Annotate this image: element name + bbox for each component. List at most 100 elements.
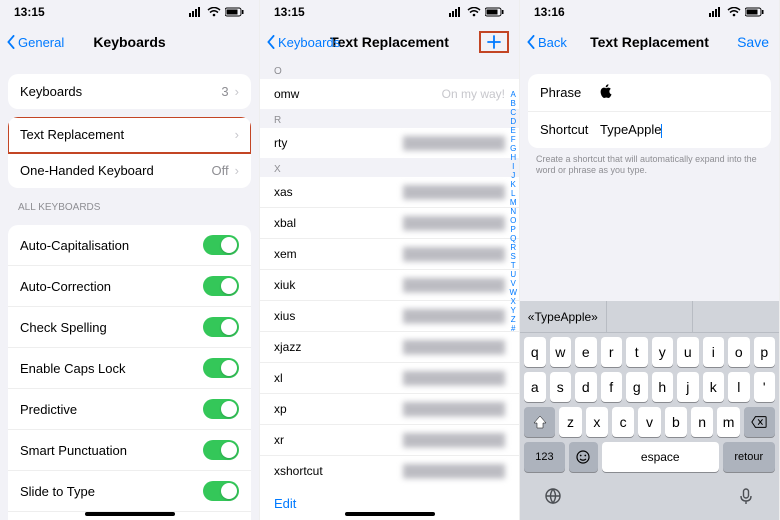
- key-i[interactable]: i: [703, 337, 725, 367]
- list-item[interactable]: xp████████████: [260, 394, 519, 425]
- index-letter[interactable]: K: [509, 180, 517, 189]
- index-letter[interactable]: A: [509, 90, 517, 99]
- shortcut-field[interactable]: TypeApple: [600, 122, 759, 138]
- emoji-key[interactable]: [569, 442, 598, 472]
- list-item[interactable]: xjazz████████████: [260, 332, 519, 363]
- delete-key[interactable]: [744, 407, 775, 437]
- toggle-switch[interactable]: [203, 317, 239, 337]
- back-button[interactable]: Back: [526, 35, 567, 50]
- globe-key[interactable]: [544, 487, 562, 510]
- home-indicator[interactable]: [85, 512, 175, 516]
- index-letter[interactable]: M: [509, 198, 517, 207]
- key-t[interactable]: t: [626, 337, 648, 367]
- index-letter[interactable]: J: [509, 171, 517, 180]
- key-f[interactable]: f: [601, 372, 623, 402]
- toggle-row[interactable]: Predictive: [8, 389, 251, 430]
- index-letter[interactable]: #: [509, 324, 517, 333]
- index-letter[interactable]: D: [509, 117, 517, 126]
- index-letter[interactable]: I: [509, 162, 517, 171]
- key-u[interactable]: u: [677, 337, 699, 367]
- index-letter[interactable]: Y: [509, 306, 517, 315]
- key-s[interactable]: s: [550, 372, 572, 402]
- index-letter[interactable]: X: [509, 297, 517, 306]
- key-x[interactable]: x: [586, 407, 608, 437]
- list-item[interactable]: rty████████████: [260, 128, 519, 158]
- key-w[interactable]: w: [550, 337, 572, 367]
- phrase-field[interactable]: [600, 84, 759, 101]
- key-o[interactable]: o: [728, 337, 750, 367]
- suggestion[interactable]: «TypeApple»: [520, 301, 607, 332]
- row-one-handed[interactable]: One-Handed Keyboard Off›: [8, 153, 251, 188]
- key-c[interactable]: c: [612, 407, 634, 437]
- index-letter[interactable]: O: [509, 216, 517, 225]
- toggle-switch[interactable]: [203, 235, 239, 255]
- toggle-switch[interactable]: [203, 440, 239, 460]
- key-d[interactable]: d: [575, 372, 597, 402]
- index-letter[interactable]: C: [509, 108, 517, 117]
- key-r[interactable]: r: [601, 337, 623, 367]
- key-z[interactable]: z: [559, 407, 581, 437]
- key-e[interactable]: e: [575, 337, 597, 367]
- back-button[interactable]: General: [6, 35, 64, 50]
- list-item[interactable]: xshortcut████████████: [260, 456, 519, 486]
- index-letter[interactable]: G: [509, 144, 517, 153]
- toggle-row[interactable]: Check Spelling: [8, 307, 251, 348]
- home-indicator[interactable]: [345, 512, 435, 516]
- toggle-row[interactable]: Enable Caps Lock: [8, 348, 251, 389]
- settings-scroll[interactable]: Keyboards 3› Text Replacement › One-Hand…: [0, 60, 259, 520]
- key-j[interactable]: j: [677, 372, 699, 402]
- row-shortcut[interactable]: Shortcut TypeApple: [528, 112, 771, 148]
- list-item[interactable]: xbal████████████: [260, 208, 519, 239]
- key-m[interactable]: m: [717, 407, 739, 437]
- index-letter[interactable]: S: [509, 252, 517, 261]
- index-letter[interactable]: N: [509, 207, 517, 216]
- list-item[interactable]: xius████████████: [260, 301, 519, 332]
- index-letter[interactable]: F: [509, 135, 517, 144]
- toggle-row[interactable]: Auto-Capitalisation: [8, 225, 251, 266]
- index-letter[interactable]: E: [509, 126, 517, 135]
- key-l[interactable]: l: [728, 372, 750, 402]
- numeric-key[interactable]: 123: [524, 442, 565, 472]
- back-button[interactable]: Keyboards: [266, 35, 340, 50]
- list-item[interactable]: omwOn my way!: [260, 79, 519, 109]
- return-key[interactable]: retour: [723, 442, 775, 472]
- toggle-switch[interactable]: [203, 399, 239, 419]
- key-y[interactable]: y: [652, 337, 674, 367]
- key-b[interactable]: b: [665, 407, 687, 437]
- index-letter[interactable]: Z: [509, 315, 517, 324]
- key-'[interactable]: ': [754, 372, 776, 402]
- row-keyboards[interactable]: Keyboards 3›: [8, 74, 251, 109]
- dictation-key[interactable]: [737, 487, 755, 510]
- replacement-list[interactable]: OomwOn my way!Rrty████████████Xxas██████…: [260, 60, 519, 520]
- key-n[interactable]: n: [691, 407, 713, 437]
- index-letter[interactable]: Q: [509, 234, 517, 243]
- index-letter[interactable]: U: [509, 270, 517, 279]
- list-item[interactable]: xr████████████: [260, 425, 519, 456]
- index-letter[interactable]: V: [509, 279, 517, 288]
- toggle-row[interactable]: Auto-Correction: [8, 266, 251, 307]
- key-h[interactable]: h: [652, 372, 674, 402]
- list-item[interactable]: xas████████████: [260, 177, 519, 208]
- suggestion-empty[interactable]: [693, 301, 779, 332]
- index-letter[interactable]: H: [509, 153, 517, 162]
- shift-key[interactable]: [524, 407, 555, 437]
- list-item[interactable]: xl████████████: [260, 363, 519, 394]
- toggle-row[interactable]: Slide to Type: [8, 471, 251, 512]
- row-phrase[interactable]: Phrase: [528, 74, 771, 112]
- suggestion-empty[interactable]: [607, 301, 694, 332]
- index-letter[interactable]: L: [509, 189, 517, 198]
- key-q[interactable]: q: [524, 337, 546, 367]
- key-p[interactable]: p: [754, 337, 776, 367]
- space-key[interactable]: espace: [602, 442, 719, 472]
- list-item[interactable]: xiuk████████████: [260, 270, 519, 301]
- row-text-replacement[interactable]: Text Replacement ›: [8, 117, 251, 153]
- key-a[interactable]: a: [524, 372, 546, 402]
- index-letter[interactable]: T: [509, 261, 517, 270]
- index-letter[interactable]: P: [509, 225, 517, 234]
- index-letter[interactable]: W: [509, 288, 517, 297]
- key-k[interactable]: k: [703, 372, 725, 402]
- add-button[interactable]: [479, 31, 509, 53]
- toggle-switch[interactable]: [203, 276, 239, 296]
- toggle-switch[interactable]: [203, 481, 239, 501]
- index-strip[interactable]: ABCDEFGHIJKLMNOPQRSTUVWXYZ#: [509, 90, 517, 480]
